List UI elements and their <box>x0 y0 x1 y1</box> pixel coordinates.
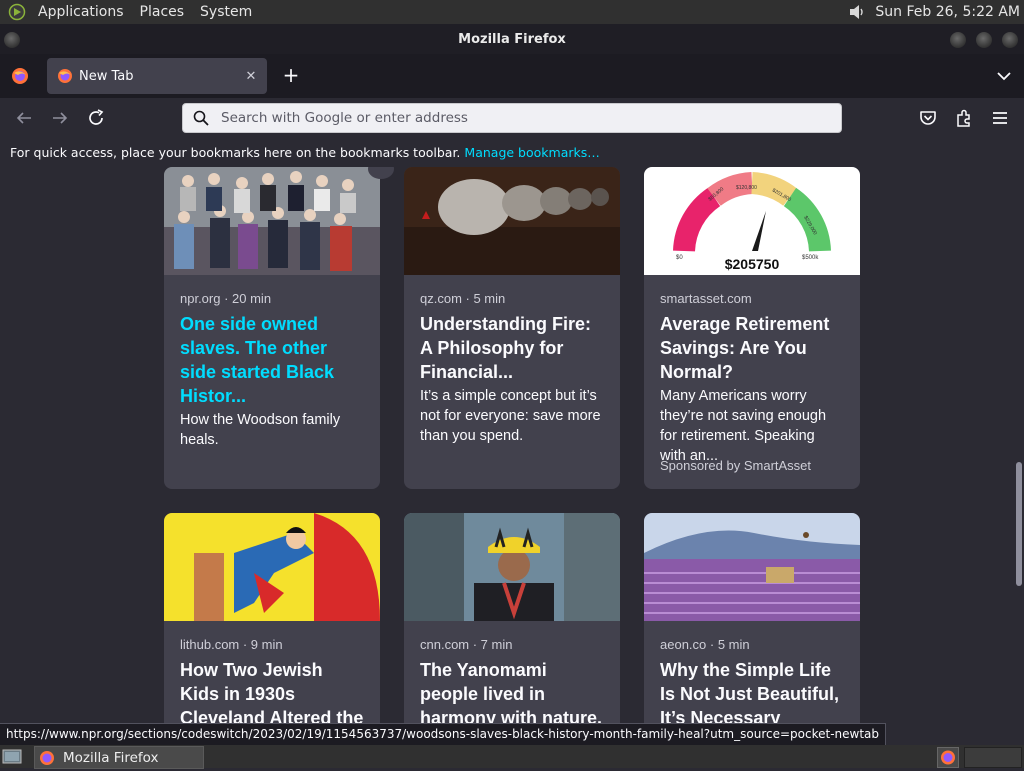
workspace-switcher[interactable] <box>964 747 1022 768</box>
firefox-view-icon[interactable] <box>11 67 29 85</box>
story-card[interactable]: lithub.com · 9 min How Two Jewish Kids i… <box>164 513 380 723</box>
story-title[interactable]: Why the Simple Life Is Not Just Beautifu… <box>644 652 860 723</box>
extensions-icon[interactable] <box>953 107 975 129</box>
show-desktop-icon[interactable] <box>2 748 22 765</box>
story-title[interactable]: Understanding Fire: A Philosophy for Fin… <box>404 306 620 384</box>
window-titlebar[interactable]: Mozilla Firefox <box>0 24 1024 54</box>
new-tab-button[interactable]: + <box>280 64 302 86</box>
story-source: smartasset.com <box>660 291 752 306</box>
close-window-button[interactable] <box>1002 32 1018 48</box>
volume-icon[interactable] <box>847 2 867 22</box>
story-card[interactable]: cnn.com · 7 min The Yanomami people live… <box>404 513 620 723</box>
story-thumbnail <box>164 167 380 275</box>
story-card[interactable]: qz.com · 5 min Understanding Fire: A Phi… <box>404 167 620 489</box>
story-source: qz.com · 5 min <box>420 291 506 306</box>
manage-bookmarks-link[interactable]: Manage bookmarks… <box>464 145 599 160</box>
story-title[interactable]: How Two Jewish Kids in 1930s Cleveland A… <box>164 652 380 723</box>
taskbar-window-label: Mozilla Firefox <box>63 749 159 766</box>
window-menu-icon[interactable] <box>4 32 20 48</box>
window-title: Mozilla Firefox <box>458 31 566 47</box>
story-thumbnail <box>404 513 620 621</box>
story-card[interactable]: npr.org · 20 min One side owned slaves. … <box>164 167 380 489</box>
bookmarks-empty-message: For quick access, place your bookmarks h… <box>10 145 461 160</box>
story-title[interactable]: The Yanomami people lived in harmony wit… <box>404 652 620 723</box>
tray-firefox-icon[interactable] <box>937 747 959 768</box>
pocket-icon[interactable] <box>917 107 939 129</box>
story-source: lithub.com · 9 min <box>180 637 283 652</box>
address-bar[interactable] <box>182 103 842 133</box>
places-menu[interactable]: Places <box>132 4 193 20</box>
gauge-tick: $0 <box>676 255 683 261</box>
gauge-tick: $500k <box>802 255 819 261</box>
savings-gauge-thumbnail: $0 $50,800 $120,800 $201,800 $229,000 $5… <box>644 167 860 275</box>
close-tab-icon[interactable]: ✕ <box>241 69 261 84</box>
search-icon <box>193 110 209 126</box>
bookmarks-toolbar: For quick access, place your bookmarks h… <box>0 138 1024 167</box>
story-title[interactable]: Average Retirement Savings: Are You Norm… <box>644 306 860 384</box>
hamburger-menu-icon[interactable] <box>989 107 1011 129</box>
story-thumbnail <box>164 513 380 621</box>
sponsored-label: Sponsored by SmartAsset <box>660 458 812 473</box>
back-arrow-icon[interactable] <box>13 107 35 129</box>
tab-bar: New Tab ✕ + <box>0 54 1024 98</box>
story-thumbnail <box>644 513 860 621</box>
page-scrollbar[interactable] <box>1016 462 1022 586</box>
firefox-icon <box>58 69 72 83</box>
story-card[interactable]: aeon.co · 5 min Why the Simple Life Is N… <box>644 513 860 723</box>
list-all-tabs-icon[interactable] <box>993 65 1015 87</box>
forward-arrow-icon[interactable] <box>49 107 71 129</box>
tab-label: New Tab <box>79 68 134 84</box>
story-source: cnn.com · 7 min <box>420 637 513 652</box>
bottom-panel: Mozilla Firefox <box>0 745 1024 769</box>
story-source: aeon.co · 5 min <box>660 637 750 652</box>
reload-icon[interactable] <box>85 107 107 129</box>
story-source: npr.org · 20 min <box>180 291 272 306</box>
gnome-foot-icon[interactable] <box>8 3 26 21</box>
story-excerpt: It’s a simple concept but it’s not for e… <box>420 388 601 444</box>
top-panel: Applications Places System Sun Feb 26, 5… <box>0 0 1024 24</box>
gauge-value: $205750 <box>725 256 780 272</box>
navigation-toolbar <box>0 98 1024 138</box>
tab-new-tab[interactable]: New Tab ✕ <box>47 58 267 94</box>
maximize-button[interactable] <box>976 32 992 48</box>
story-title[interactable]: One side owned slaves. The other side st… <box>164 306 380 408</box>
new-tab-content: npr.org · 20 min One side owned slaves. … <box>0 167 1024 723</box>
story-excerpt: How the Woodson family heals. <box>180 412 341 448</box>
clock[interactable]: Sun Feb 26, 5:22 AM <box>875 4 1024 20</box>
firefox-icon <box>40 750 54 765</box>
link-status-url: https://www.npr.org/sections/codeswitch/… <box>0 723 886 746</box>
search-input[interactable] <box>219 109 841 127</box>
sponsored-story-card[interactable]: $0 $50,800 $120,800 $201,800 $229,000 $5… <box>644 167 860 489</box>
story-thumbnail <box>404 167 620 275</box>
taskbar-window-button[interactable]: Mozilla Firefox <box>34 746 204 769</box>
system-menu[interactable]: System <box>192 4 260 20</box>
story-excerpt: Many Americans worry they’re not saving … <box>660 388 827 464</box>
applications-menu[interactable]: Applications <box>30 4 132 20</box>
gauge-tick: $120,800 <box>736 185 757 191</box>
minimize-button[interactable] <box>950 32 966 48</box>
